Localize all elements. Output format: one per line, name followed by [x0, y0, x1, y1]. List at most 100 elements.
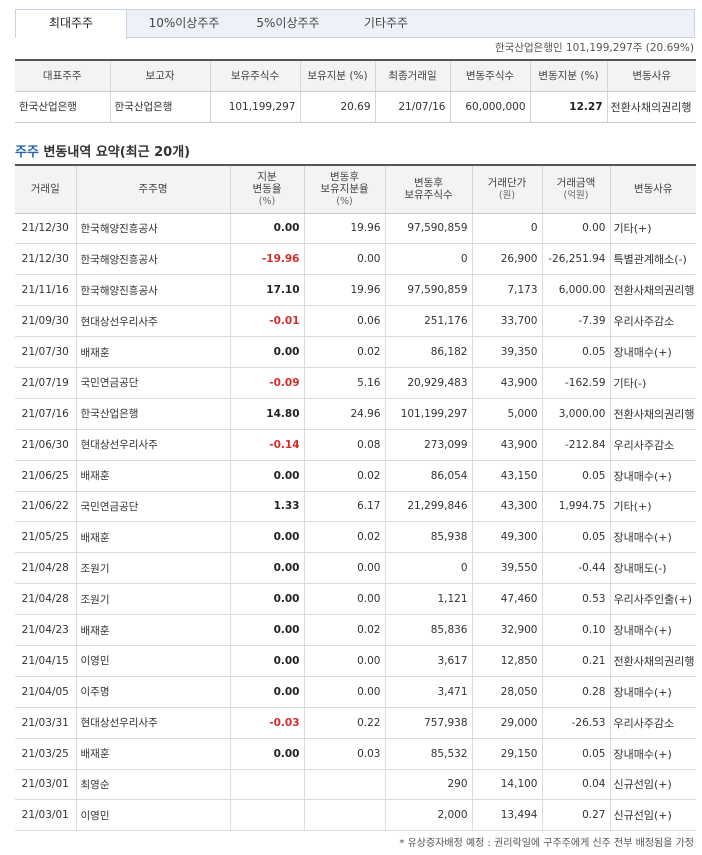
history-date: 21/04/05: [15, 676, 77, 708]
history-price: 28,050: [472, 676, 543, 708]
history-stake-change: 0.00: [230, 336, 305, 368]
summary-header-reporter: 보고자: [110, 60, 211, 92]
summary-row: 한국산업은행 한국산업은행 101,199,297 20.69 21/07/16…: [15, 91, 696, 123]
table-row: 21/06/30 현대상선우리사주 -0.14 0.08 273,099 43,900 -2…: [15, 429, 696, 461]
history-after-stake: 6.17: [304, 491, 386, 523]
history-date: 21/04/28: [15, 583, 77, 616]
table-row: 21/07/16 한국산업은행 14.80 24.96 101,199,297 5,000…: [15, 398, 696, 430]
history-price: 43,150: [472, 460, 543, 492]
section-title-highlight: 주주: [15, 145, 39, 160]
table-row: 21/03/01 최영순 290 14,100 0.04 신규선임(+): [15, 769, 696, 801]
history-stake-change: 0.00: [230, 583, 305, 616]
history-price: 13,494: [472, 799, 543, 832]
table-row: 21/12/30 한국해양진흥공사 -19.96 0.00 0 26,900 -26,251…: [15, 243, 696, 276]
history-after-stake: 0.02: [304, 521, 386, 554]
history-header-amount-unit: (억원): [563, 189, 589, 201]
history-holder: 이영민: [76, 645, 231, 677]
history-after-shares: 273,099: [385, 429, 473, 461]
history-price: 32,900: [472, 614, 543, 646]
history-reason: 전환사채의권리행: [610, 645, 696, 677]
history-after-shares: 20,929,483: [385, 367, 473, 399]
tab-largest-shareholder[interactable]: 최대주주: [16, 10, 127, 39]
shareholder-change-history-table: 거래일 주주명 지분 변동율 (%) 변동후 보유지분율 (%) 변동후 보유주…: [15, 164, 696, 832]
history-date: 21/11/16: [15, 274, 77, 307]
summary-stake: 20.69: [300, 91, 376, 123]
history-reason: 우리사주감소: [610, 429, 696, 461]
tab-5pct-shareholder[interactable]: 5%이상주주: [242, 10, 334, 38]
history-price: 43,900: [472, 429, 543, 461]
table-row: 21/04/23 배재훈 0.00 0.02 85,836 32,900 0.10 장내매수(…: [15, 614, 696, 646]
history-after-stake: 19.96: [304, 213, 386, 245]
history-after-shares: 85,836: [385, 614, 473, 646]
history-price: 29,000: [472, 707, 543, 739]
history-price: 5,000: [472, 398, 543, 430]
history-amount: 0.27: [542, 799, 611, 832]
history-after-stake: 19.96: [304, 274, 386, 307]
holding-info: 한국산업은행인 101,199,297주 (20.69%): [495, 42, 694, 54]
history-price: 14,100: [472, 769, 543, 801]
table-row: 21/04/28 조원기 0.00 0.00 0 39,550 -0.44 장내매도(-): [15, 552, 696, 585]
history-date: 21/12/30: [15, 243, 77, 276]
history-date: 21/06/22: [15, 491, 77, 523]
history-after-shares: 97,590,859: [385, 274, 473, 307]
history-after-shares: 85,938: [385, 521, 473, 554]
history-header-price-line1: 거래단가: [487, 176, 527, 189]
history-amount: -7.39: [542, 305, 611, 338]
history-price: 26,900: [472, 243, 543, 276]
history-header-after-shares-line1: 변동후: [414, 177, 443, 190]
history-after-stake: 0.02: [304, 336, 386, 368]
history-reason: 장내매도(-): [610, 552, 696, 585]
history-header-date: 거래일: [15, 165, 77, 214]
history-holder: 이주명: [76, 676, 231, 708]
history-date: 21/06/25: [15, 460, 77, 492]
history-after-shares: 3,617: [385, 645, 473, 677]
history-stake-change: 0.00: [230, 645, 305, 677]
history-holder: 배재훈: [76, 614, 231, 646]
history-after-stake: 0.00: [304, 676, 386, 708]
history-stake-change: [230, 769, 305, 801]
tab-other-shareholder[interactable]: 기타주주: [352, 10, 420, 38]
history-stake-change: 0.00: [230, 676, 305, 708]
tab-10pct-shareholder[interactable]: 10%이상주주: [136, 10, 232, 38]
history-after-shares: 101,199,297: [385, 398, 473, 430]
history-holder: 배재훈: [76, 521, 231, 554]
summary-change-stake: 12.27: [530, 91, 608, 123]
history-stake-change: -0.14: [230, 429, 305, 461]
history-holder: 국민연금공단: [76, 491, 231, 523]
history-price: 29,150: [472, 738, 543, 770]
history-holder: 최영순: [76, 769, 231, 801]
history-body: 21/12/30 한국해양진흥공사 0.00 19.96 97,590,859 0 0.00…: [15, 213, 696, 832]
history-header-holder: 주주명: [76, 165, 231, 214]
history-after-stake: 0.02: [304, 614, 386, 646]
history-header-after-stake-unit: (%): [336, 195, 353, 207]
history-holder: 조원기: [76, 552, 231, 585]
history-stake-change: 17.10: [230, 274, 305, 307]
history-holder: 국민연금공단: [76, 367, 231, 399]
history-after-stake: [304, 799, 386, 832]
history-price: 0: [472, 213, 543, 245]
history-after-shares: 21,299,846: [385, 491, 473, 523]
table-row: 21/11/16 한국해양진흥공사 17.10 19.96 97,590,859 7,17…: [15, 274, 696, 307]
history-date: 21/07/16: [15, 398, 77, 430]
history-date: 21/03/01: [15, 769, 77, 801]
table-row: 21/04/28 조원기 0.00 0.00 1,121 47,460 0.53 우리사주인출…: [15, 583, 696, 616]
history-price: 39,550: [472, 552, 543, 585]
history-after-stake: 0.06: [304, 305, 386, 338]
table-row: 21/03/01 이영민 2,000 13,494 0.27 신규선임(+): [15, 799, 696, 832]
table-row: 21/07/19 국민연금공단 -0.09 5.16 20,929,483 43,900-…: [15, 367, 696, 399]
largest-shareholder-summary-table: 대표주주 보고자 보유주식수 보유지분 (%) 최종거래일 변동주식수 변동지분…: [15, 59, 696, 123]
history-date: 21/04/28: [15, 552, 77, 585]
history-price: 43,300: [472, 491, 543, 523]
summary-reason: 전환사채의권리행: [607, 91, 696, 123]
history-stake-change: 0.00: [230, 614, 305, 646]
history-after-shares: 97,590,859: [385, 213, 473, 245]
history-amount: -212.84: [542, 429, 611, 461]
history-amount: 3,000.00: [542, 398, 611, 430]
section-title: 주주 변동내역 요약(최근 20개): [15, 141, 190, 160]
history-after-shares: 251,176: [385, 305, 473, 338]
history-amount: 0.05: [542, 336, 611, 368]
history-after-stake: 0.00: [304, 583, 386, 616]
history-after-stake: 0.22: [304, 707, 386, 739]
history-after-stake: 0.00: [304, 645, 386, 677]
history-holder: 현대상선우리사주: [76, 707, 231, 739]
